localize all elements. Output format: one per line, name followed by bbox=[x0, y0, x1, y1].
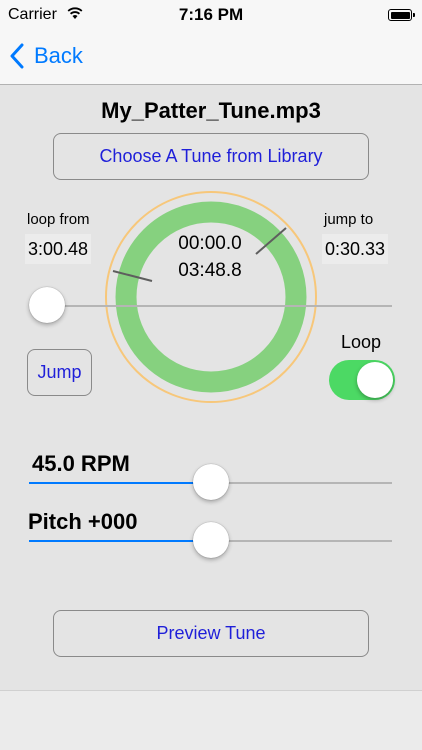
jump-button[interactable]: Jump bbox=[27, 349, 92, 396]
back-label: Back bbox=[34, 43, 83, 68]
pitch-label: Pitch +000 bbox=[28, 509, 138, 534]
rpm-label: 45.0 RPM bbox=[32, 451, 130, 476]
bottom-area bbox=[0, 690, 422, 750]
loop-from-value: 3:00.48 bbox=[25, 234, 92, 264]
preview-tune-button[interactable]: Preview Tune bbox=[53, 610, 369, 657]
choose-tune-button[interactable]: Choose A Tune from Library bbox=[53, 133, 369, 180]
file-name-title: My_Patter_Tune.mp3 bbox=[101, 98, 321, 123]
status-time: 7:16 PM bbox=[178, 5, 244, 24]
status-bar: Carrier 7:16 PM bbox=[0, 0, 422, 30]
navigation-bar: Back bbox=[0, 30, 422, 85]
jump-to-label: jump to bbox=[324, 211, 374, 228]
loop-toggle-knob bbox=[357, 362, 393, 398]
chevron-left-icon bbox=[10, 43, 24, 69]
position-slider-thumb[interactable] bbox=[29, 287, 65, 323]
loop-from-label: loop from bbox=[27, 211, 90, 228]
current-time: 00:00.0 bbox=[178, 233, 242, 254]
loop-toggle[interactable] bbox=[329, 360, 395, 400]
pitch-slider-thumb[interactable] bbox=[192, 522, 229, 558]
loop-label: Loop bbox=[341, 332, 382, 352]
position-slider-track[interactable] bbox=[47, 305, 392, 307]
back-button[interactable]: Back bbox=[10, 40, 83, 72]
jump-to-value: 0:30.33 bbox=[322, 234, 389, 264]
pitch-slider-fill bbox=[29, 540, 211, 542]
total-time: 03:48.8 bbox=[178, 260, 242, 281]
battery-icon bbox=[388, 9, 415, 21]
rpm-slider-fill bbox=[29, 482, 211, 484]
rpm-slider-thumb[interactable] bbox=[192, 464, 229, 500]
